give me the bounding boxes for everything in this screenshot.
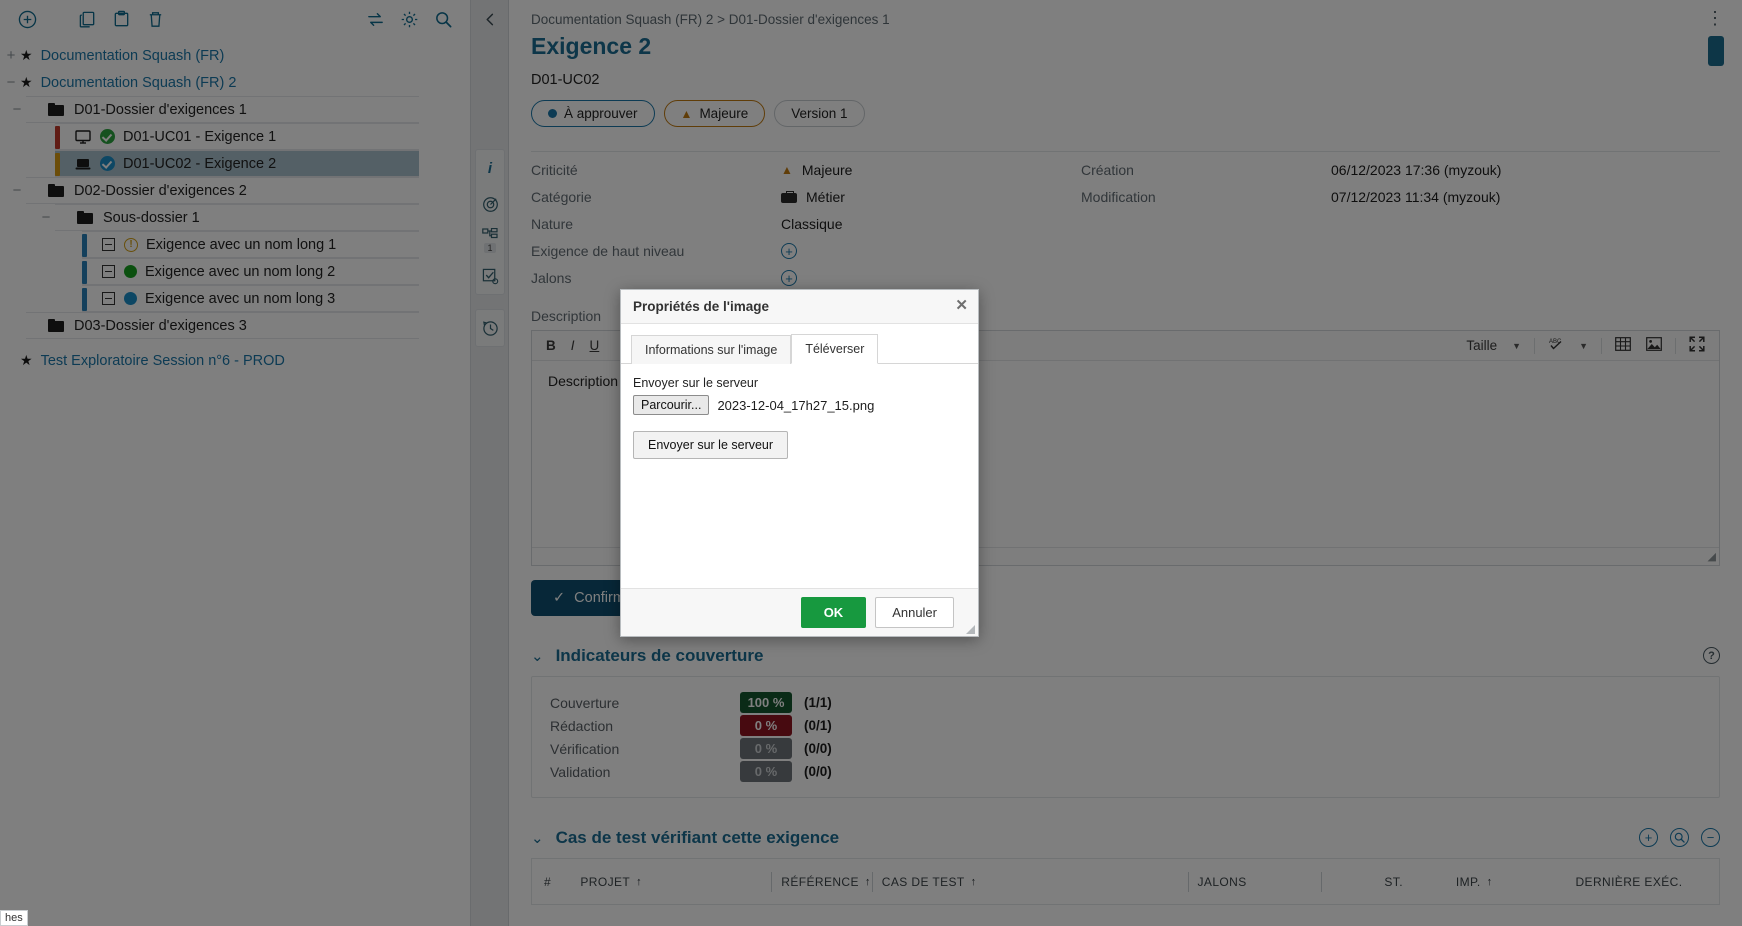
browse-button[interactable]: Parcourir... [633, 395, 709, 415]
dialog-resize-grip[interactable] [966, 625, 975, 634]
dialog-title: Propriétés de l'image [633, 299, 769, 314]
selected-file-name: 2023-12-04_17h27_15.png [717, 398, 874, 413]
dialog-title-bar[interactable]: Propriétés de l'image ✕ [621, 290, 978, 324]
tab-informations-sur-l-image[interactable]: Informations sur l'image [631, 335, 791, 364]
file-input-row: Parcourir... 2023-12-04_17h27_15.png [633, 395, 966, 415]
close-icon[interactable]: ✕ [955, 298, 968, 313]
dialog-tabs: Informations sur l'image Téléverser [621, 324, 978, 364]
app-root: + ★ Documentation Squash (FR) − ★ Docume… [0, 0, 1742, 926]
ok-button[interactable]: OK [801, 597, 867, 628]
dialog-footer: OK Annuler [621, 588, 978, 636]
image-properties-dialog: Propriétés de l'image ✕ Informations sur… [620, 289, 979, 637]
send-to-server-button[interactable]: Envoyer sur le serveur [633, 431, 788, 459]
cancel-button[interactable]: Annuler [875, 597, 954, 628]
status-tooltip: hes [0, 910, 28, 926]
upload-field-label: Envoyer sur le serveur [633, 376, 966, 390]
tab-televerser[interactable]: Téléverser [791, 334, 878, 364]
dialog-body-upload: Envoyer sur le serveur Parcourir... 2023… [621, 364, 978, 576]
